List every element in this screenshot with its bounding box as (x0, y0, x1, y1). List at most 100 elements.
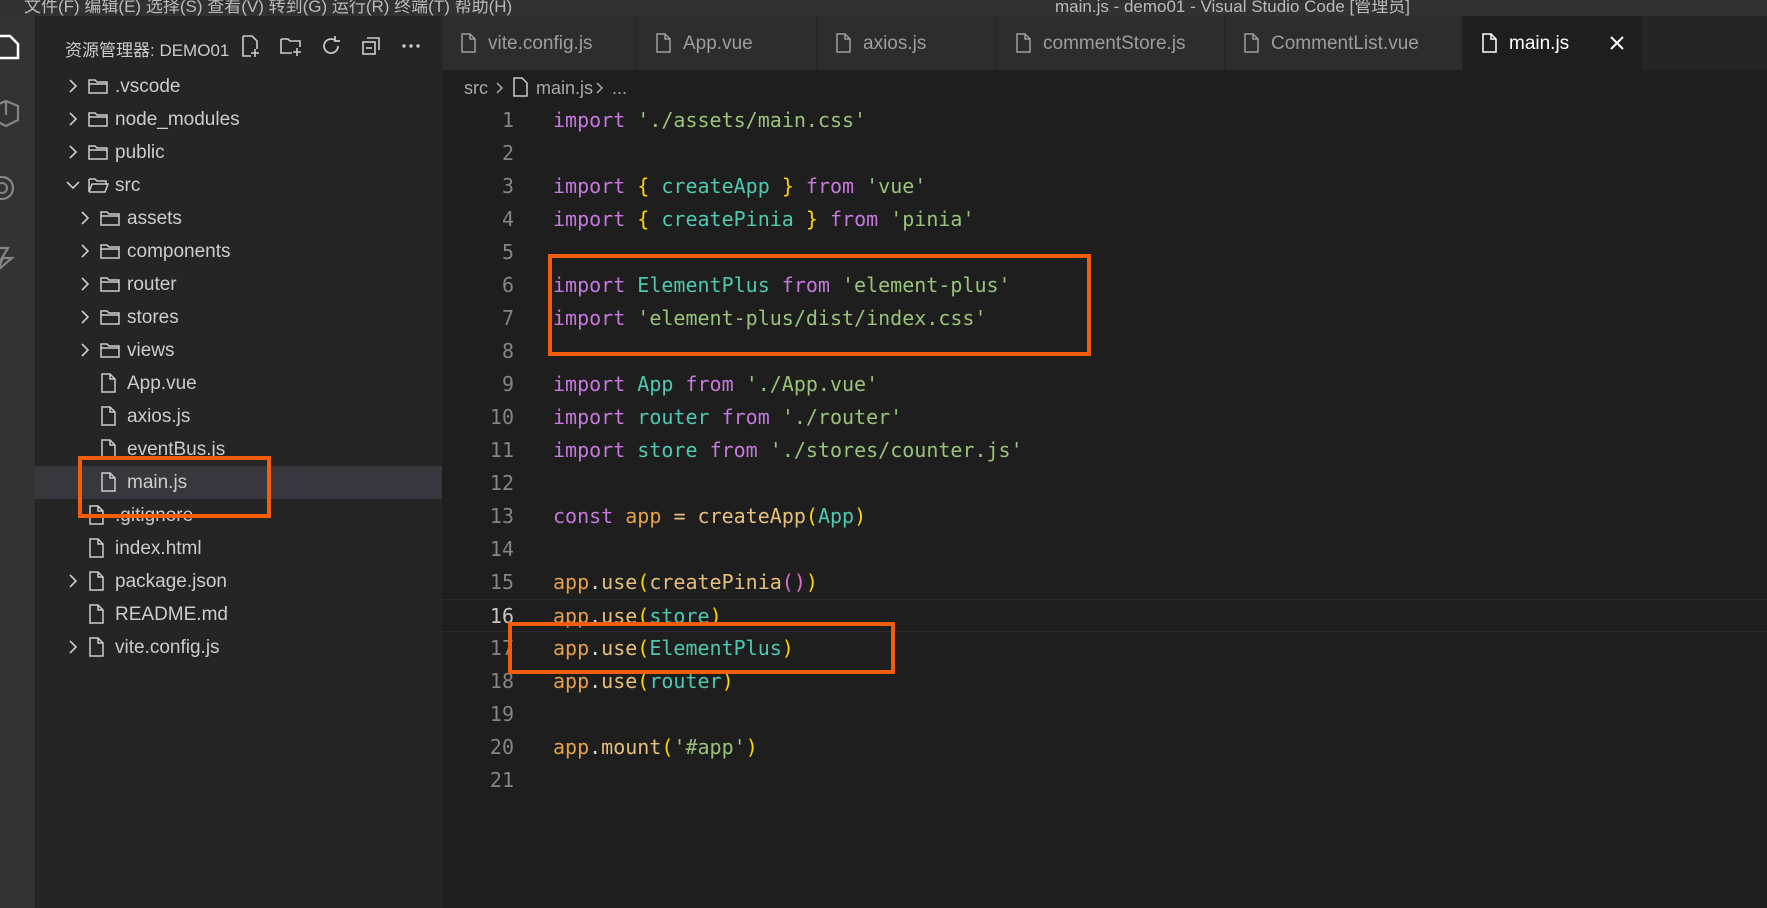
tree-item-label: axios.js (127, 406, 191, 427)
folder-icon (87, 142, 108, 162)
new-folder-icon[interactable] (277, 32, 305, 60)
tree-item[interactable]: index.html (35, 532, 442, 565)
file-icon (655, 33, 671, 53)
folder-icon (99, 208, 120, 228)
chevron-right-icon (77, 342, 93, 358)
code-line[interactable]: 13 const app = createApp(App) (442, 500, 1767, 533)
chevron-right-icon (65, 111, 81, 127)
breadcrumb-item-src[interactable]: src (464, 78, 488, 99)
tree-item-label: router (127, 274, 177, 295)
more-icon[interactable] (397, 32, 425, 60)
tree-item[interactable]: vite.config.js (35, 631, 442, 664)
chevron-right-icon (494, 78, 506, 103)
tree-item[interactable]: .gitignore (35, 499, 442, 532)
tree-item-label: views (127, 340, 175, 361)
breadcrumb-item-file[interactable]: main.js (536, 78, 593, 99)
tree-item[interactable]: router (35, 268, 442, 301)
line-number: 18 (489, 669, 514, 693)
editor-tab[interactable]: vite.config.js (442, 16, 637, 70)
code-line[interactable]: 9 import App from './App.vue' (442, 368, 1767, 401)
tree-item[interactable]: node_modules (35, 103, 442, 136)
code-line[interactable]: 18 app.use(router) (442, 665, 1767, 698)
folder-icon (99, 274, 120, 294)
tree-item[interactable]: .vscode (35, 70, 442, 103)
code-line[interactable]: 5 (442, 236, 1767, 269)
editor-tab-label: App.vue (683, 33, 753, 54)
line-number: 14 (489, 537, 514, 561)
folder-icon (99, 340, 120, 360)
tree-item-label: components (127, 241, 231, 262)
ai-assistant-icon[interactable] (0, 174, 22, 202)
editor-tab[interactable]: axios.js (817, 16, 997, 70)
chevron-right-icon (77, 276, 93, 292)
code-line[interactable]: 1 import './assets/main.css' (442, 104, 1767, 137)
line-number: 13 (489, 504, 514, 528)
code-line[interactable]: 2 (442, 137, 1767, 170)
code-text: app.mount('#app') (553, 735, 758, 759)
menu-bar[interactable]: 文件(F) 编辑(E) 选择(S) 查看(V) 转到(G) 运行(R) 终端(T… (24, 0, 512, 16)
editor-tab[interactable]: App.vue (637, 16, 817, 70)
tree-item[interactable]: views (35, 334, 442, 367)
breadcrumb-item-symbols[interactable]: ... (612, 78, 627, 99)
code-line[interactable]: 15 app.use(createPinia()) (442, 566, 1767, 599)
editor-tab[interactable]: commentStore.js (997, 16, 1225, 70)
line-number: 3 (501, 174, 514, 198)
collapse-all-icon[interactable] (357, 32, 385, 60)
line-number: 7 (501, 306, 514, 330)
tree-item[interactable]: App.vue (35, 367, 442, 400)
new-file-icon[interactable] (237, 32, 265, 60)
line-number: 16 (489, 604, 514, 628)
tree-item[interactable]: README.md (35, 598, 442, 631)
line-number: 21 (489, 768, 514, 792)
code-line[interactable]: 21 (442, 764, 1767, 797)
remote-tools-icon[interactable] (0, 244, 22, 272)
code-line[interactable]: 20 app.mount('#app') (442, 731, 1767, 764)
tree-item[interactable]: components (35, 235, 442, 268)
code-line[interactable]: 6 import ElementPlus from 'element-plus' (442, 269, 1767, 302)
code-text: import App from './App.vue' (553, 372, 879, 396)
code-line[interactable]: 10 import router from './router' (442, 401, 1767, 434)
tree-item-label: App.vue (127, 373, 197, 394)
tree-item[interactable]: package.json (35, 565, 442, 598)
tree-item-label: index.html (115, 538, 202, 559)
code-line[interactable]: 14 (442, 533, 1767, 566)
code-text: app.use(createPinia()) (553, 570, 818, 594)
file-icon (87, 637, 107, 657)
code-line[interactable]: 12 (442, 467, 1767, 500)
tree-item[interactable]: assets (35, 202, 442, 235)
tree-item[interactable]: eventBus.js (35, 433, 442, 466)
tree-item[interactable]: stores (35, 301, 442, 334)
code-line[interactable]: 8 (442, 335, 1767, 368)
tree-item[interactable]: main.js (35, 466, 442, 499)
file-tree: .vscode node_modules public src assets compon… (35, 70, 442, 664)
file-icon (87, 538, 107, 558)
extensions-icon[interactable] (0, 100, 22, 128)
explorer-icon[interactable] (0, 32, 22, 60)
tree-item[interactable]: axios.js (35, 400, 442, 433)
tree-item[interactable]: src (35, 169, 442, 202)
code-line[interactable]: 11 import store from './stores/counter.js… (442, 434, 1767, 467)
tree-item-label: eventBus.js (127, 439, 226, 460)
line-number: 12 (489, 471, 514, 495)
code-line[interactable]: 17 app.use(ElementPlus) (442, 632, 1767, 665)
tree-item-label: assets (127, 208, 182, 229)
code-line[interactable]: 3 import { createApp } from 'vue' (442, 170, 1767, 203)
line-number: 6 (501, 273, 514, 297)
window-title: main.js - demo01 - Visual Studio Code [管… (1055, 0, 1410, 16)
code-editor[interactable]: 1 import './assets/main.css' 2 3 import { cr… (442, 104, 1767, 797)
code-line[interactable]: 16 app.use(store) (442, 599, 1767, 632)
explorer-header: 资源管理器: DEMO01 (35, 28, 442, 64)
close-icon[interactable] (1606, 32, 1628, 54)
chevron-right-icon (77, 309, 93, 325)
code-line[interactable]: 19 (442, 698, 1767, 731)
refresh-icon[interactable] (317, 32, 345, 60)
editor-tab[interactable]: main.js (1463, 16, 1643, 70)
code-text: const app = createApp(App) (553, 504, 867, 528)
tree-item[interactable]: public (35, 136, 442, 169)
code-line[interactable]: 7 import 'element-plus/dist/index.css' (442, 302, 1767, 335)
file-icon (1481, 33, 1497, 53)
code-line[interactable]: 4 import { createPinia } from 'pinia' (442, 203, 1767, 236)
file-icon (87, 505, 107, 525)
file-icon (99, 439, 119, 459)
editor-tab[interactable]: CommentList.vue (1225, 16, 1463, 70)
